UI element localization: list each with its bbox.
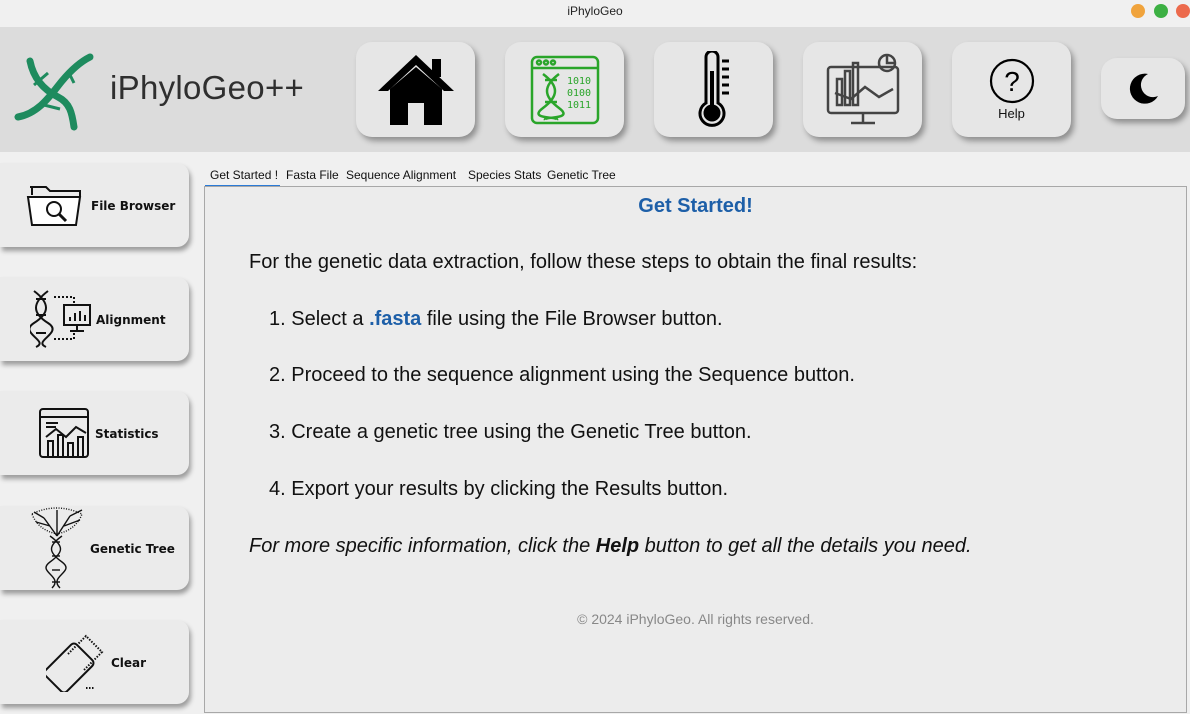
step-2: 2. Proceed to the sequence alignment usi… [269, 364, 855, 386]
svg-text:0100: 0100 [567, 88, 591, 99]
maximize-button[interactable] [1154, 4, 1168, 18]
copyright-footer: © 2024 iPhyloGeo. All rights reserved. [577, 611, 814, 627]
step-1: 1. Select a .fasta file using the File B… [269, 308, 723, 331]
step-4: 4. Export your results by clicking the R… [269, 478, 729, 500]
step-1-rest: file using the File Browser button. [421, 308, 723, 330]
help-icon: ? [989, 58, 1034, 104]
svg-text:1011: 1011 [567, 100, 591, 111]
climate-button[interactable] [654, 42, 773, 137]
minimize-button[interactable] [1131, 4, 1145, 18]
home-icon [377, 54, 454, 125]
moon-icon [1129, 73, 1158, 104]
statistics-icon [39, 408, 89, 458]
tab-sequence-alignment[interactable]: Sequence Alignment [346, 165, 456, 187]
genetic-tree-label: Genetic Tree [90, 542, 175, 556]
step-1-prefix: 1. Select a [269, 308, 370, 330]
tab-get-started[interactable]: Get Started ! [205, 165, 280, 187]
eraser-icon [46, 634, 104, 692]
fasta-highlight: .fasta [369, 308, 422, 330]
dna-data-icon: 1010 0100 1011 [530, 55, 599, 124]
help-note-pre: For more specific information, click the [249, 535, 596, 557]
dna-logo-icon [14, 53, 94, 131]
help-note-post: button to get all the details you need. [639, 535, 972, 557]
intro-text: For the genetic data extraction, follow … [249, 251, 918, 273]
tab-species-stats[interactable]: Species Stats [468, 165, 541, 187]
statistics-label: Statistics [95, 427, 159, 441]
statistics-button[interactable]: Statistics [0, 391, 189, 475]
help-label: Help [998, 106, 1025, 121]
home-button[interactable] [356, 42, 475, 137]
app-brand: iPhyloGeo++ [110, 69, 305, 106]
thermometer-icon [698, 50, 729, 127]
window-title: iPhyloGeo [567, 4, 623, 18]
get-started-panel: Get Started! For the genetic data extrac… [204, 186, 1187, 713]
dark-mode-toggle[interactable] [1101, 58, 1185, 119]
help-note-bold: Help [595, 535, 640, 557]
header-bar: iPhyloGeo++ 1010 0100 1011 ? Help [0, 27, 1190, 152]
data-button[interactable]: 1010 0100 1011 [505, 42, 624, 137]
dna-tree-icon [31, 507, 83, 589]
help-button[interactable]: ? Help [952, 42, 1071, 137]
alignment-button[interactable]: Alignment [0, 277, 189, 361]
close-button[interactable] [1176, 4, 1190, 18]
clear-button[interactable]: Clear [0, 620, 189, 704]
svg-text:1010: 1010 [567, 76, 591, 87]
tab-genetic-tree[interactable]: Genetic Tree [547, 165, 616, 187]
file-browser-button[interactable]: File Browser [0, 163, 189, 247]
dna-alignment-icon [30, 290, 91, 348]
dashboard-chart-icon [826, 53, 899, 124]
results-button[interactable] [803, 42, 922, 137]
genetic-tree-button[interactable]: Genetic Tree [0, 506, 189, 590]
file-browser-label: File Browser [91, 199, 176, 213]
tab-fasta-file[interactable]: Fasta File [286, 165, 339, 187]
title-bar: iPhyloGeo [0, 0, 1190, 27]
clear-label: Clear [111, 656, 147, 670]
page-title: Get Started! [638, 195, 753, 217]
alignment-label: Alignment [96, 313, 166, 327]
folder-search-icon [26, 186, 82, 226]
step-3: 3. Create a genetic tree using the Genet… [269, 421, 752, 443]
help-note: For more specific information, click the… [249, 535, 972, 558]
svg-text:?: ? [1004, 66, 1020, 97]
